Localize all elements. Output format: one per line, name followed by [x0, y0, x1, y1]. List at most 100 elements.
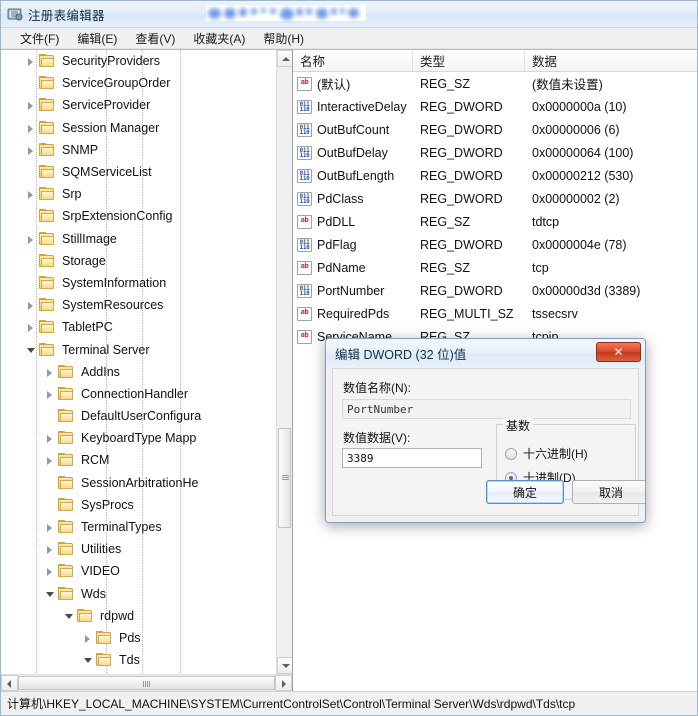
- column-header-type[interactable]: 类型: [413, 50, 525, 71]
- tree-node-terminal-server[interactable]: Terminal Server: [1, 338, 276, 360]
- tree-node-servicegrouporder[interactable]: ServiceGroupOrder: [1, 72, 276, 94]
- tree-node-srpextensionconfig[interactable]: SrpExtensionConfig: [1, 205, 276, 227]
- value-row[interactable]: 011 110 InteractiveDelay REG_DWORD 0x0000000…: [293, 95, 697, 118]
- chevron-right-icon[interactable]: [25, 294, 39, 316]
- ok-button[interactable]: 确定: [486, 480, 564, 504]
- column-header-data[interactable]: 数据: [525, 50, 697, 71]
- tree-hscroll-thumb[interactable]: [18, 676, 275, 690]
- close-icon[interactable]: ✕: [596, 342, 641, 362]
- value-row[interactable]: 011 110 PdClass REG_DWORD 0x00000002 (2): [293, 187, 697, 210]
- folder-icon: [96, 653, 112, 667]
- value-data-input[interactable]: 3389: [342, 448, 482, 468]
- radio-hexadecimal[interactable]: 十六进制(H): [505, 445, 588, 462]
- registry-tree-list[interactable]: SecurityProviders ServiceGroupOrder Servic…: [1, 50, 276, 674]
- menu-item-2[interactable]: 查看(V): [126, 28, 184, 49]
- column-header-name[interactable]: 名称: [293, 50, 413, 71]
- tree-node-session-manager[interactable]: Session Manager: [1, 117, 276, 139]
- chevron-right-icon[interactable]: [25, 228, 39, 250]
- tree-node-systeminformation[interactable]: SystemInformation: [1, 272, 276, 294]
- menu-item-1[interactable]: 编辑(E): [68, 28, 126, 49]
- value-row[interactable]: 011 110 OutBufCount REG_DWORD 0x00000006 (6): [293, 118, 697, 141]
- tree-node-label: Utilities: [81, 542, 122, 557]
- tree-node-connectionhandler[interactable]: ConnectionHandler: [1, 383, 276, 405]
- chevron-right-icon[interactable]: [44, 560, 58, 582]
- chevron-right-icon[interactable]: [44, 427, 58, 449]
- value-row[interactable]: 011 110 PortNumber REG_DWORD 0x00000d3d (338…: [293, 279, 697, 302]
- chevron-right-icon[interactable]: [44, 383, 58, 405]
- menu-item-3[interactable]: 收藏夹(A): [184, 28, 254, 49]
- chevron-down-icon[interactable]: [82, 649, 96, 671]
- tree-scroll-right-button[interactable]: [275, 675, 292, 691]
- tree-node-rcm[interactable]: RCM: [1, 449, 276, 471]
- tree-scroll-thumb[interactable]: [278, 428, 291, 528]
- chevron-right-icon[interactable]: [82, 627, 96, 649]
- tree-node-sysprocs[interactable]: SysProcs: [1, 494, 276, 516]
- chevron-right-icon[interactable]: [25, 94, 39, 116]
- dword-value-icon: 011 110: [297, 168, 312, 183]
- tree-node-defaultuserconfigura[interactable]: DefaultUserConfigura: [1, 405, 276, 427]
- dword-value-icon: 011 110: [297, 99, 312, 114]
- value-type-cell: REG_DWORD: [420, 237, 503, 252]
- folder-icon: [39, 298, 55, 312]
- value-name-cell: 011 110 PortNumber: [293, 283, 413, 298]
- tree-scroll-left-button[interactable]: [1, 675, 18, 691]
- tree-node-srp[interactable]: Srp: [1, 183, 276, 205]
- value-name-text: RequiredPds: [317, 306, 390, 321]
- chevron-down-icon[interactable]: [44, 583, 58, 605]
- window-titlebar: 注册表编辑器: [1, 1, 697, 28]
- dword-value-icon: 011 110: [297, 122, 312, 137]
- chevron-down-icon[interactable]: [25, 339, 39, 361]
- tree-node-systemresources[interactable]: SystemResources: [1, 294, 276, 316]
- tree-node-utilities[interactable]: Utilities: [1, 538, 276, 560]
- values-list[interactable]: ab (默认) REG_SZ (数值未设置) 011 110 InteractiveDela…: [293, 72, 697, 348]
- chevron-right-icon[interactable]: [44, 361, 58, 383]
- chevron-right-icon[interactable]: [25, 139, 39, 161]
- values-column-header: 名称 类型 数据: [293, 50, 697, 72]
- registry-tree-pane[interactable]: SecurityProviders ServiceGroupOrder Servic…: [1, 50, 293, 691]
- tree-scroll-down-button[interactable]: [277, 657, 292, 674]
- tree-node-addins[interactable]: AddIns: [1, 361, 276, 383]
- value-row[interactable]: ab PdName REG_SZ tcp: [293, 256, 697, 279]
- cancel-button[interactable]: 取消: [572, 480, 645, 504]
- value-row[interactable]: 011 110 OutBufDelay REG_DWORD 0x00000064 (10…: [293, 141, 697, 164]
- chevron-right-icon[interactable]: [25, 316, 39, 338]
- tree-node-sessionarbitrationhe[interactable]: SessionArbitrationHe: [1, 472, 276, 494]
- chevron-right-icon[interactable]: [44, 516, 58, 538]
- tree-node-tabletpc[interactable]: TabletPC: [1, 316, 276, 338]
- radio-hexadecimal-indicator[interactable]: [505, 447, 517, 460]
- tree-node-storage[interactable]: Storage: [1, 250, 276, 272]
- chevron-right-icon[interactable]: [25, 183, 39, 205]
- tree-horizontal-scrollbar[interactable]: [1, 674, 292, 691]
- chevron-right-icon[interactable]: [44, 538, 58, 560]
- chevron-right-icon[interactable]: [25, 50, 39, 72]
- tree-node-securityproviders[interactable]: SecurityProviders: [1, 50, 276, 72]
- value-row[interactable]: 011 110 PdFlag REG_DWORD 0x0000004e (78): [293, 233, 697, 256]
- menu-item-4[interactable]: 帮助(H): [254, 28, 313, 49]
- tree-node-wds[interactable]: Wds: [1, 583, 276, 605]
- value-name-text: PdFlag: [317, 237, 357, 252]
- tree-vertical-scrollbar[interactable]: [276, 50, 292, 674]
- tree-node-stillimage[interactable]: StillImage: [1, 228, 276, 250]
- value-row[interactable]: ab (默认) REG_SZ (数值未设置): [293, 72, 697, 95]
- tree-node-rdpwd[interactable]: rdpwd: [1, 605, 276, 627]
- tree-node-tds[interactable]: Tds: [1, 649, 276, 671]
- tree-node-pds[interactable]: Pds: [1, 627, 276, 649]
- tree-node-terminaltypes[interactable]: TerminalTypes: [1, 516, 276, 538]
- value-row[interactable]: ab RequiredPds REG_MULTI_SZ tssecsrv: [293, 302, 697, 325]
- tree-node-video[interactable]: VIDEO: [1, 560, 276, 582]
- tree-node-keyboardtype-mapp[interactable]: KeyboardType Mapp: [1, 427, 276, 449]
- tree-node-label: TerminalTypes: [81, 520, 162, 535]
- tree-node-snmp[interactable]: SNMP: [1, 139, 276, 161]
- tree-node-label: DefaultUserConfigura: [81, 409, 202, 424]
- chevron-down-icon[interactable]: [63, 605, 77, 627]
- chevron-right-icon[interactable]: [44, 449, 58, 471]
- tree-node-label: ServiceProvider: [62, 98, 151, 113]
- value-row[interactable]: ab PdDLL REG_SZ tdtcp: [293, 210, 697, 233]
- folder-icon: [58, 431, 74, 445]
- tree-node-serviceprovider[interactable]: ServiceProvider: [1, 94, 276, 116]
- chevron-right-icon[interactable]: [25, 117, 39, 139]
- menu-item-0[interactable]: 文件(F): [11, 28, 68, 49]
- tree-node-sqmservicelist[interactable]: SQMServiceList: [1, 161, 276, 183]
- value-row[interactable]: 011 110 OutBufLength REG_DWORD 0x00000212 (5…: [293, 164, 697, 187]
- tree-scroll-up-button[interactable]: [277, 50, 292, 67]
